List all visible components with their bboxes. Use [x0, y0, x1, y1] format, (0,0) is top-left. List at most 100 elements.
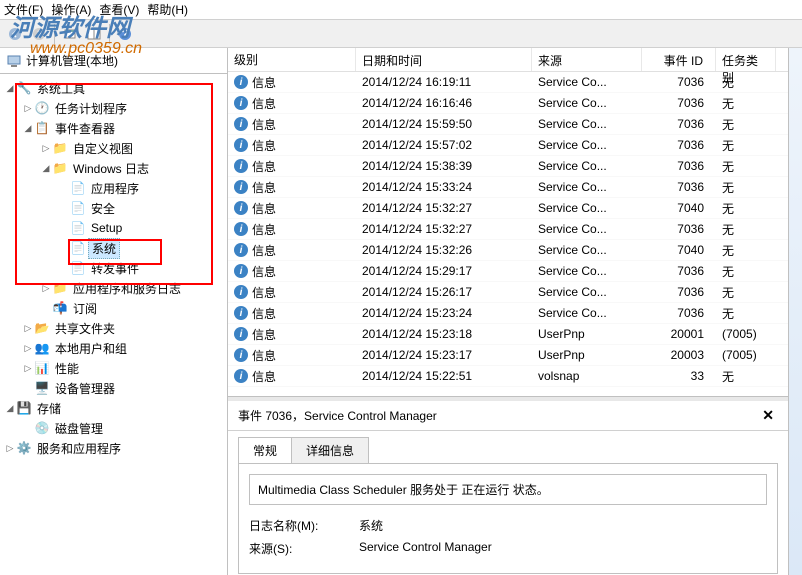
tree-security[interactable]: 📄安全	[0, 198, 227, 218]
list-header: 级别 日期和时间 来源 事件 ID 任务类别	[228, 48, 788, 72]
disk-icon: 💿	[34, 420, 50, 436]
tree-forward[interactable]: 📄转发事件	[0, 258, 227, 278]
level-text: 信息	[252, 179, 276, 196]
col-level[interactable]: 级别	[228, 48, 356, 71]
tree-storage[interactable]: ◢💾存储	[0, 398, 227, 418]
cell-eventid: 33	[642, 367, 716, 385]
tree-event-viewer[interactable]: ◢📋事件查看器	[0, 118, 227, 138]
tab-general[interactable]: 常规	[238, 437, 292, 463]
back-button[interactable]	[4, 23, 26, 45]
tree-task-sched[interactable]: ▷🕐任务计划程序	[0, 98, 227, 118]
event-row[interactable]: i信息2014/12/24 15:29:17Service Co...7036无	[228, 261, 788, 282]
sub-icon: 📬	[52, 300, 68, 316]
menubar: 文件(F) 操作(A) 查看(V) 帮助(H)	[0, 0, 802, 20]
log-icon: 📄	[70, 200, 86, 216]
level-text: 信息	[252, 116, 276, 133]
event-row[interactable]: i信息2014/12/24 15:26:17Service Co...7036无	[228, 282, 788, 303]
event-row[interactable]: i信息2014/12/24 15:32:27Service Co...7036无	[228, 219, 788, 240]
event-row[interactable]: i信息2014/12/24 15:32:26Service Co...7040无	[228, 240, 788, 261]
col-task[interactable]: 任务类别	[716, 48, 776, 71]
winlog-icon: 📁	[52, 160, 68, 176]
event-row[interactable]: i信息2014/12/24 15:23:17UserPnp20003(7005)	[228, 345, 788, 366]
forward-button[interactable]	[28, 23, 50, 45]
cell-source: Service Co...	[532, 136, 642, 154]
tree-root[interactable]: 计算机管理(本地)	[0, 48, 227, 74]
cell-datetime: 2014/12/24 15:57:02	[356, 136, 532, 154]
tabs: 常规 详细信息	[228, 431, 788, 463]
tree-system[interactable]: 📄系统	[0, 238, 227, 258]
event-row[interactable]: i信息2014/12/24 15:23:24Service Co...7036无	[228, 303, 788, 324]
menu-help[interactable]: 帮助(H)	[147, 1, 188, 18]
cell-eventid: 7040	[642, 199, 716, 217]
cell-source: Service Co...	[532, 283, 642, 301]
close-button[interactable]: ✕	[758, 407, 778, 424]
info-icon: i	[234, 306, 248, 320]
tree-subscriptions[interactable]: 📬订阅	[0, 298, 227, 318]
separator	[109, 24, 110, 44]
menu-action[interactable]: 操作(A)	[51, 1, 91, 18]
cell-datetime: 2014/12/24 15:33:24	[356, 178, 532, 196]
level-text: 信息	[252, 284, 276, 301]
tree-win-logs[interactable]: ◢📁Windows 日志	[0, 158, 227, 178]
event-row[interactable]: i信息2014/12/24 15:38:39Service Co...7036无	[228, 156, 788, 177]
event-row[interactable]: i信息2014/12/24 16:16:46Service Co...7036无	[228, 93, 788, 114]
cell-task: (7005)	[716, 346, 776, 364]
cell-datetime: 2014/12/24 15:38:39	[356, 157, 532, 175]
event-row[interactable]: i信息2014/12/24 15:33:24Service Co...7036无	[228, 177, 788, 198]
tree-perf[interactable]: ▷📊性能	[0, 358, 227, 378]
tree-local-users[interactable]: ▷👥本地用户和组	[0, 338, 227, 358]
cell-task: 无	[716, 156, 776, 177]
cell-eventid: 7036	[642, 178, 716, 196]
log-icon: 📄	[70, 260, 86, 276]
cell-task: 无	[716, 93, 776, 114]
help-button[interactable]: ?	[114, 23, 136, 45]
tree-svc-apps[interactable]: ▷⚙️服务和应用程序	[0, 438, 227, 458]
event-row[interactable]: i信息2014/12/24 15:23:18UserPnp20001(7005)	[228, 324, 788, 345]
detail-title: 事件 7036，Service Control Manager	[238, 407, 437, 424]
event-row[interactable]: i信息2014/12/24 15:57:02Service Co...7036无	[228, 135, 788, 156]
cell-source: Service Co...	[532, 304, 642, 322]
col-eventid[interactable]: 事件 ID	[642, 48, 716, 71]
level-text: 信息	[252, 200, 276, 217]
col-datetime[interactable]: 日期和时间	[356, 48, 532, 71]
event-row[interactable]: i信息2014/12/24 15:59:50Service Co...7036无	[228, 114, 788, 135]
cell-datetime: 2014/12/24 15:59:50	[356, 115, 532, 133]
event-row[interactable]: i信息2014/12/24 16:19:11Service Co...7036无	[228, 72, 788, 93]
tree-app-svc-logs[interactable]: ▷📁应用程序和服务日志	[0, 278, 227, 298]
toolbar-icon-1[interactable]	[59, 23, 81, 45]
col-source[interactable]: 来源	[532, 48, 642, 71]
log-name-value: 系统	[359, 517, 383, 534]
event-row[interactable]: i信息2014/12/24 15:32:27Service Co...7040无	[228, 198, 788, 219]
menu-view[interactable]: 查看(V)	[99, 1, 139, 18]
tree-app-log[interactable]: 📄应用程序	[0, 178, 227, 198]
cell-task: 无	[716, 303, 776, 324]
cell-source: Service Co...	[532, 157, 642, 175]
tab-details[interactable]: 详细信息	[291, 437, 369, 463]
tree-disk-mgmt[interactable]: 💿磁盘管理	[0, 418, 227, 438]
cell-datetime: 2014/12/24 16:19:11	[356, 73, 532, 91]
cell-datetime: 2014/12/24 15:22:51	[356, 367, 532, 385]
level-text: 信息	[252, 347, 276, 364]
tree-setup[interactable]: 📄Setup	[0, 218, 227, 238]
tree-custom-views[interactable]: ▷📁自定义视图	[0, 138, 227, 158]
info-icon: i	[234, 180, 248, 194]
event-row[interactable]: i信息2014/12/24 15:22:51volsnap33无	[228, 366, 788, 387]
cell-task: 无	[716, 135, 776, 156]
cell-eventid: 20003	[642, 346, 716, 364]
menu-file[interactable]: 文件(F)	[4, 1, 43, 18]
toolbar-icon-2[interactable]	[83, 23, 105, 45]
tree-sys-tools[interactable]: ◢🔧系统工具	[0, 78, 227, 98]
info-icon: i	[234, 264, 248, 278]
toolbar: ?	[0, 20, 802, 48]
tree-device-mgr[interactable]: 🖥️设备管理器	[0, 378, 227, 398]
tree-shared-folders[interactable]: ▷📂共享文件夹	[0, 318, 227, 338]
cell-eventid: 7036	[642, 115, 716, 133]
info-icon: i	[234, 159, 248, 173]
level-text: 信息	[252, 95, 276, 112]
event-list[interactable]: 级别 日期和时间 来源 事件 ID 任务类别 i信息2014/12/24 16:…	[228, 48, 788, 397]
info-icon: i	[234, 75, 248, 89]
cell-source: UserPnp	[532, 346, 642, 364]
info-icon: i	[234, 348, 248, 362]
level-text: 信息	[252, 74, 276, 91]
cell-eventid: 7036	[642, 73, 716, 91]
